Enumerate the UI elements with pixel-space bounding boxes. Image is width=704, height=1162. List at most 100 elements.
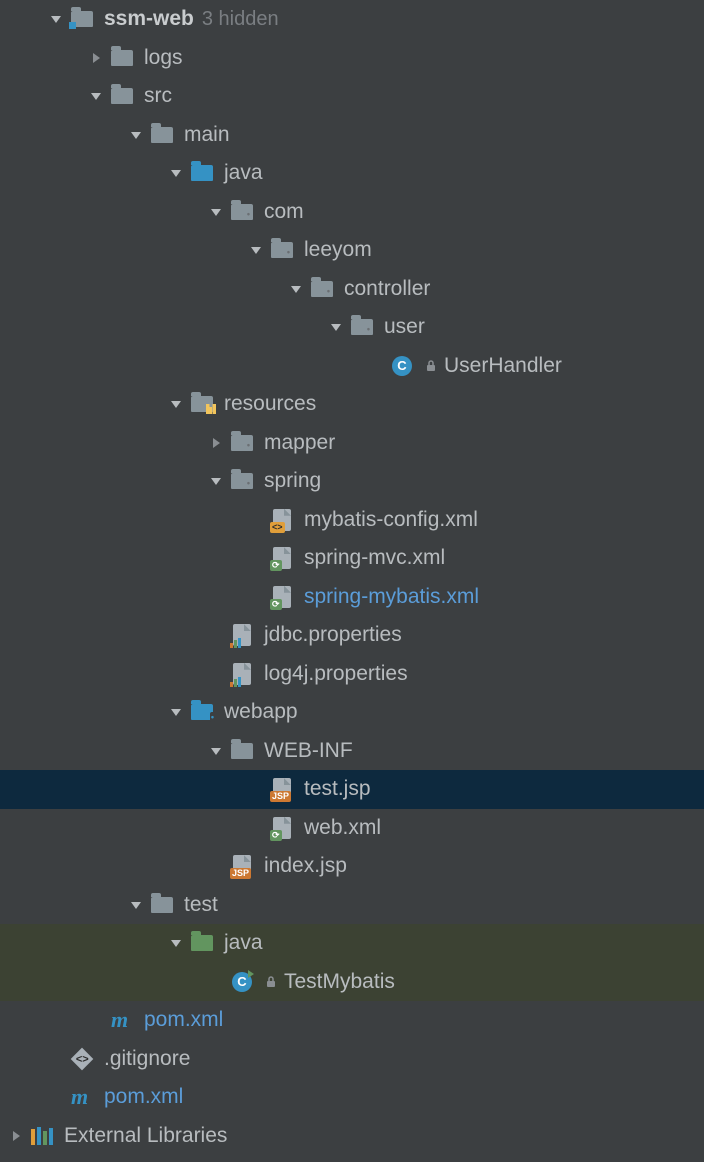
arrow-down-icon[interactable]	[288, 281, 304, 297]
tree-row[interactable]: C TestMybatis	[0, 963, 704, 1002]
tree-item-hint: 3 hidden	[202, 8, 279, 31]
maven-icon: m	[110, 1009, 134, 1031]
arrow-down-icon[interactable]	[128, 127, 144, 143]
tree-row[interactable]: •webapp	[0, 693, 704, 732]
tree-row[interactable]: ssm-web3 hidden	[0, 0, 704, 39]
tree-item-label: mybatis-config.xml	[304, 508, 478, 532]
arrow-down-icon[interactable]	[168, 396, 184, 412]
arrow-down-icon[interactable]	[168, 165, 184, 181]
tree-item-label: UserHandler	[444, 354, 562, 378]
tree-item-label: TestMybatis	[284, 970, 395, 994]
arrow-none	[208, 858, 224, 874]
folder-module-icon	[70, 8, 94, 30]
tree-item-label: java	[224, 161, 263, 185]
external-libraries-icon	[30, 1125, 54, 1147]
tree-row[interactable]: •leeyom	[0, 231, 704, 270]
tree-item-label: web.xml	[304, 816, 381, 840]
tree-item-label: WEB-INF	[264, 739, 353, 763]
tree-row[interactable]: mpom.xml	[0, 1078, 704, 1117]
arrow-down-icon[interactable]	[208, 473, 224, 489]
tree-item-label: pom.xml	[144, 1008, 223, 1032]
tree-item-label: .gitignore	[104, 1047, 190, 1071]
arrow-down-icon[interactable]	[168, 704, 184, 720]
tree-row[interactable]: java	[0, 924, 704, 963]
class-runnable-icon: C	[230, 971, 254, 993]
xml-file-icon: <>	[270, 509, 294, 531]
arrow-none	[88, 1012, 104, 1028]
tree-row[interactable]: •spring	[0, 462, 704, 501]
tree-row[interactable]: JSPtest.jsp	[0, 770, 704, 809]
folder-resources-icon	[190, 393, 214, 415]
arrow-right-icon[interactable]	[208, 435, 224, 451]
tree-row[interactable]: test	[0, 886, 704, 925]
tree-item-label: External Libraries	[64, 1124, 227, 1148]
arrow-none	[48, 1089, 64, 1105]
arrow-none	[208, 627, 224, 643]
tree-row[interactable]: WEB-INF	[0, 732, 704, 771]
tree-row[interactable]: ⟳spring-mybatis.xml	[0, 578, 704, 617]
folder-test-icon	[190, 932, 214, 954]
arrow-down-icon[interactable]	[328, 319, 344, 335]
tree-row[interactable]: logs	[0, 39, 704, 78]
tree-row[interactable]: C UserHandler	[0, 347, 704, 386]
maven-icon: m	[70, 1086, 94, 1108]
tree-row[interactable]: External Libraries	[0, 1117, 704, 1156]
package-icon: •	[230, 432, 254, 454]
tree-item-label: index.jsp	[264, 854, 347, 878]
tree-row[interactable]: JSPindex.jsp	[0, 847, 704, 886]
tree-item-label: webapp	[224, 700, 298, 724]
tree-row[interactable]: •com	[0, 193, 704, 232]
tree-item-label: spring-mvc.xml	[304, 546, 445, 570]
arrow-down-icon[interactable]	[128, 897, 144, 913]
folder-icon	[230, 740, 254, 762]
arrow-none	[248, 550, 264, 566]
tree-item-label: spring-mybatis.xml	[304, 585, 479, 609]
tree-item-label: com	[264, 200, 304, 224]
tree-item-label: controller	[344, 277, 430, 301]
lock-icon	[424, 359, 438, 373]
arrow-right-icon[interactable]	[88, 50, 104, 66]
tree-item-label: spring	[264, 469, 321, 493]
arrow-down-icon[interactable]	[48, 11, 64, 27]
arrow-none	[248, 512, 264, 528]
tree-row[interactable]: <> mybatis-config.xml	[0, 501, 704, 540]
arrow-down-icon[interactable]	[168, 935, 184, 951]
folder-icon	[110, 47, 134, 69]
tree-row[interactable]: ⟳spring-mvc.xml	[0, 539, 704, 578]
gitignore-icon: <>	[70, 1048, 94, 1070]
tree-row[interactable]: m pom.xml	[0, 1001, 704, 1040]
tree-row[interactable]: main	[0, 116, 704, 155]
tree-item-label: java	[224, 931, 263, 955]
tree-row[interactable]: log4j.properties	[0, 655, 704, 694]
arrow-right-icon[interactable]	[8, 1128, 24, 1144]
tree-row[interactable]: • controller	[0, 270, 704, 309]
tree-item-label: logs	[144, 46, 183, 70]
tree-row[interactable]: jdbc.properties	[0, 616, 704, 655]
jsp-file-icon: JSP	[270, 778, 294, 800]
folder-icon	[110, 85, 134, 107]
arrow-none	[208, 974, 224, 990]
tree-item-label: user	[384, 315, 425, 339]
arrow-down-icon[interactable]	[88, 88, 104, 104]
class-icon: C	[390, 355, 414, 377]
project-tree[interactable]: ssm-web3 hiddenlogssrcmainjava•com•leeyo…	[0, 0, 704, 1155]
arrow-down-icon[interactable]	[208, 204, 224, 220]
tree-row[interactable]: •mapper	[0, 424, 704, 463]
package-icon: •	[310, 278, 334, 300]
arrow-none	[208, 666, 224, 682]
tree-row[interactable]: •user	[0, 308, 704, 347]
tree-row[interactable]: java	[0, 154, 704, 193]
arrow-down-icon[interactable]	[248, 242, 264, 258]
tree-row[interactable]: src	[0, 77, 704, 116]
tree-row[interactable]: ⟳ web.xml	[0, 809, 704, 848]
spring-config-icon: ⟳	[270, 817, 294, 839]
folder-icon	[150, 894, 174, 916]
properties-file-icon	[230, 663, 254, 685]
tree-item-label: log4j.properties	[264, 662, 408, 686]
arrow-none	[248, 820, 264, 836]
package-icon: •	[270, 239, 294, 261]
arrow-down-icon[interactable]	[208, 743, 224, 759]
tree-row[interactable]: <> .gitignore	[0, 1040, 704, 1079]
tree-row[interactable]: resources	[0, 385, 704, 424]
arrow-none	[248, 781, 264, 797]
